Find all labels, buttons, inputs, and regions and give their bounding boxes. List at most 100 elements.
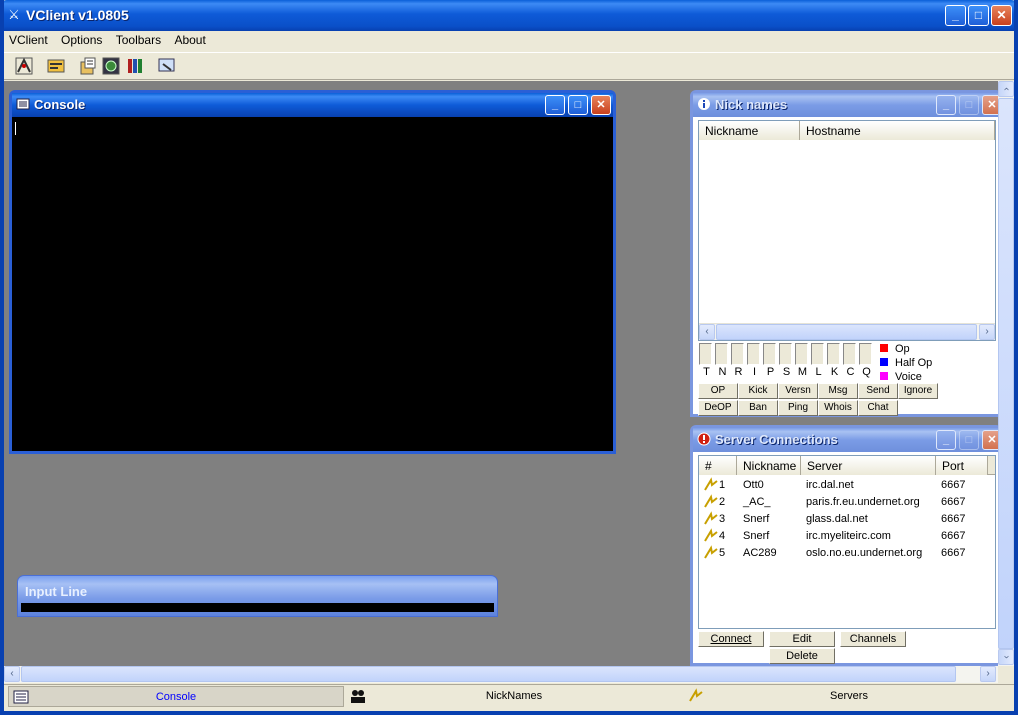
chat-button[interactable]: Chat	[858, 400, 898, 416]
scroll-right-arrow[interactable]: ›	[979, 324, 995, 340]
legend-voice: Voice	[880, 371, 922, 383]
mode-toggle-r[interactable]: R	[731, 343, 746, 378]
script-icon[interactable]	[78, 56, 100, 78]
console-icon	[16, 98, 30, 110]
scroll-left-arrow[interactable]: ‹	[4, 666, 20, 682]
delete-button[interactable]: Delete	[769, 648, 835, 664]
servers-list[interactable]: # Nickname Server Port 1 Ott0 irc.dal.net 6…	[698, 455, 996, 629]
column-port[interactable]: Port	[936, 456, 988, 475]
table-row[interactable]: 2 _AC_ paris.fr.eu.undernet.org 6667	[699, 494, 995, 511]
column-nickname[interactable]: Nickname	[737, 456, 801, 475]
table-row[interactable]: 1 Ott0 irc.dal.net 6667	[699, 477, 995, 494]
servers-minimize-button[interactable]: _	[936, 430, 956, 450]
channel-list-icon[interactable]	[46, 56, 68, 78]
row-server: oslo.no.eu.undernet.org	[806, 547, 923, 559]
menu-options[interactable]: Options	[56, 31, 107, 49]
mode-toggle-p[interactable]: P	[763, 343, 778, 378]
mode-toggle-q[interactable]: Q	[859, 343, 874, 378]
tab-nicknames[interactable]: NickNames	[346, 686, 682, 707]
servers-titlebar[interactable]: Server Connections _ □ ✕	[693, 428, 1002, 452]
scroll-down-arrow[interactable]: ›	[998, 649, 1014, 665]
deop-button[interactable]: DeOP	[698, 400, 738, 416]
console-output[interactable]	[12, 117, 613, 451]
scroll-left-arrow[interactable]: ‹	[699, 324, 715, 340]
tab-servers[interactable]: Servers	[684, 686, 1014, 707]
row-server: paris.fr.eu.undernet.org	[806, 496, 920, 508]
ignore-button[interactable]: Ignore	[898, 383, 938, 399]
row-nickname: Ott0	[743, 479, 764, 491]
msg-button[interactable]: Msg	[818, 383, 858, 399]
scroll-up-arrow[interactable]: ‹	[998, 81, 1014, 97]
column-nickname[interactable]: Nickname	[699, 121, 800, 140]
mode-toggle-s[interactable]: S	[779, 343, 794, 378]
mode-toggle-c[interactable]: C	[843, 343, 858, 378]
menu-about[interactable]: About	[169, 31, 210, 49]
send-button[interactable]: Send	[858, 383, 898, 399]
maximize-button[interactable]: □	[968, 5, 989, 26]
console-titlebar[interactable]: Console _ □ ✕	[12, 93, 613, 117]
edit-button[interactable]: Edit	[769, 631, 835, 647]
nicknames-list[interactable]: Nickname Hostname ‹ ›	[698, 120, 996, 341]
plug-icon	[704, 528, 718, 542]
console-close-button[interactable]: ✕	[591, 95, 611, 115]
console-window[interactable]: Console _ □ ✕	[9, 90, 616, 454]
mode-toggle-i[interactable]: I	[747, 343, 762, 378]
column-server[interactable]: Server	[801, 456, 936, 475]
menu-toolbars[interactable]: Toolbars	[111, 31, 166, 49]
globe-icon[interactable]	[101, 56, 123, 78]
version-button[interactable]: Versn	[778, 383, 818, 399]
nicknames-titlebar[interactable]: Nick names _ □ ✕	[693, 93, 1002, 117]
menu-bar: VClient Options Toolbars About	[4, 31, 1014, 51]
server-connections-window[interactable]: Server Connections _ □ ✕ # Nickname Serv…	[690, 425, 1002, 666]
mode-toggle-n[interactable]: N	[715, 343, 730, 378]
nicknames-maximize-button[interactable]: □	[959, 95, 979, 115]
tab-console[interactable]: Console	[8, 686, 344, 707]
mdi-vertical-scrollbar[interactable]: ‹ ›	[998, 81, 1014, 666]
console-title: Console	[34, 97, 86, 112]
mdi-horizontal-scrollbar[interactable]: ‹ ›	[4, 666, 998, 683]
input-line-window[interactable]: Input Line	[17, 575, 498, 617]
kick-button[interactable]: Kick	[738, 383, 778, 399]
input-line-field[interactable]	[21, 603, 494, 612]
vscroll-thumb[interactable]	[998, 98, 1014, 649]
scroll-thumb[interactable]	[716, 324, 977, 340]
mode-toggle-l[interactable]: L	[811, 343, 826, 378]
servers-title: Server Connections	[715, 432, 838, 447]
close-button[interactable]: ✕	[991, 5, 1012, 26]
op-button[interactable]: OP	[698, 383, 738, 399]
table-row[interactable]: 4 Snerf irc.myeliteirc.com 6667	[699, 528, 995, 545]
table-row[interactable]: 5 AC289 oslo.no.eu.undernet.org 6667	[699, 545, 995, 562]
mode-toggle-k[interactable]: K	[827, 343, 842, 378]
nicknames-hscrollbar[interactable]: ‹ ›	[699, 323, 995, 340]
row-number: 3	[719, 513, 726, 525]
table-row[interactable]: 3 Snerf glass.dal.net 6667	[699, 511, 995, 528]
connect-button[interactable]: Connect	[698, 631, 764, 647]
console-minimize-button[interactable]: _	[545, 95, 565, 115]
column-hostname[interactable]: Hostname	[800, 121, 995, 140]
whois-button[interactable]: Whois	[818, 400, 858, 416]
menu-vclient[interactable]: VClient	[4, 31, 53, 49]
servers-maximize-button[interactable]: □	[959, 430, 979, 450]
ping-button[interactable]: Ping	[778, 400, 818, 416]
row-nickname: Snerf	[743, 530, 770, 542]
minimize-button[interactable]: _	[945, 5, 966, 26]
column-number[interactable]: #	[699, 456, 737, 475]
dcc-icon[interactable]	[157, 56, 179, 78]
channels-button[interactable]: Channels	[840, 631, 906, 647]
ban-button[interactable]: Ban	[738, 400, 778, 416]
scroll-right-arrow[interactable]: ›	[980, 666, 996, 682]
hscroll-thumb[interactable]	[21, 666, 956, 682]
nicknames-window[interactable]: Nick names _ □ ✕ Nickname Hostname ‹ › T…	[690, 90, 1002, 417]
mode-toggle-t[interactable]: T	[699, 343, 714, 378]
books-icon[interactable]	[125, 56, 147, 78]
servers-list-header: # Nickname Server Port	[699, 456, 995, 475]
main-titlebar[interactable]: ⚔ VClient v1.0805 _ □ ✕	[0, 0, 1018, 31]
alert-icon	[697, 432, 711, 446]
plug-icon	[704, 511, 718, 525]
row-nickname: AC289	[743, 547, 777, 559]
mode-toggle-m[interactable]: M	[795, 343, 810, 378]
row-number: 1	[719, 479, 726, 491]
connect-icon[interactable]	[14, 56, 36, 78]
console-maximize-button[interactable]: □	[568, 95, 588, 115]
nicknames-minimize-button[interactable]: _	[936, 95, 956, 115]
